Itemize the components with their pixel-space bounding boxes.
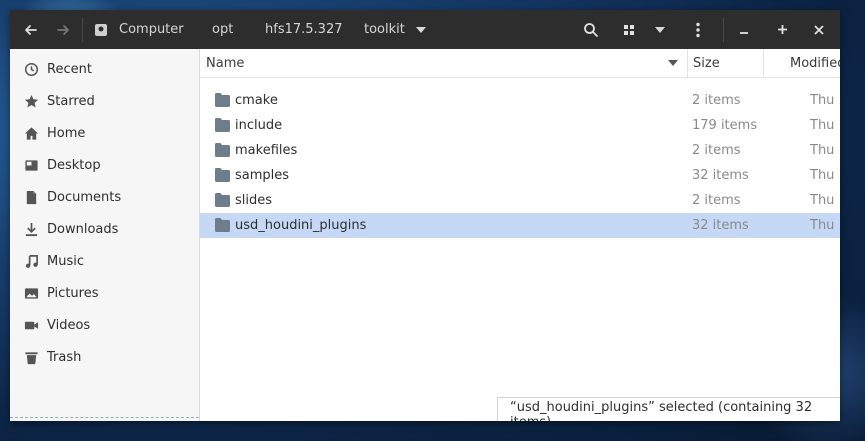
- file-modified: Thu: [810, 118, 835, 133]
- folder-icon: [215, 118, 230, 132]
- sidebar-item-label: Trash: [47, 349, 82, 365]
- file-name: makefiles: [235, 143, 298, 158]
- drive-icon: [92, 10, 110, 49]
- sidebar-item-label: Videos: [47, 317, 91, 333]
- column-header-bar: Name Size Modified: [200, 49, 840, 78]
- file-manager-window: Computer opt hfs17.5.327 toolkit Recent …: [10, 10, 840, 421]
- file-size: 2 items: [692, 93, 741, 108]
- back-button[interactable]: [20, 10, 42, 49]
- sidebar-item-label: Starred: [47, 93, 95, 109]
- file-row[interactable]: slides 2 items Thu: [200, 188, 840, 213]
- breadcrumb-toolkit[interactable]: toolkit: [364, 10, 405, 49]
- sidebar-item-music[interactable]: Music: [10, 245, 199, 277]
- search-icon: [584, 22, 598, 37]
- plus-icon: [777, 25, 787, 34]
- file-name: usd_houdini_plugins: [235, 218, 367, 233]
- arrow-left-icon: [25, 24, 37, 35]
- sidebar-item-downloads[interactable]: Downloads: [10, 213, 199, 245]
- sidebar-item-recent[interactable]: Recent: [10, 53, 199, 85]
- menu-button[interactable]: [689, 10, 707, 49]
- minimize-icon: [740, 31, 748, 34]
- sidebar-item-documents[interactable]: Documents: [10, 181, 199, 213]
- sidebar-divider: [10, 417, 199, 418]
- file-row[interactable]: include 179 items Thu: [200, 113, 840, 138]
- folder-icon: [215, 193, 230, 207]
- file-name: slides: [235, 193, 273, 208]
- sidebar-item-label: Pictures: [47, 285, 99, 301]
- sidebar-item-home[interactable]: Home: [10, 117, 199, 149]
- column-header-modified[interactable]: Modified: [790, 49, 840, 77]
- folder-icon: [215, 143, 230, 157]
- view-options-button[interactable]: [651, 10, 669, 49]
- folder-icon: [215, 218, 230, 232]
- sidebar-item-videos[interactable]: Videos: [10, 309, 199, 341]
- breadcrumb-hfs[interactable]: hfs17.5.327: [265, 10, 342, 49]
- file-name: include: [235, 118, 283, 133]
- video-icon: [23, 317, 39, 333]
- file-modified: Thu: [810, 218, 835, 233]
- file-row[interactable]: makefiles 2 items Thu: [200, 138, 840, 163]
- sidebar-item-label: Recent: [47, 61, 92, 77]
- breadcrumb-computer[interactable]: Computer: [119, 10, 184, 49]
- maximize-button[interactable]: [773, 10, 791, 49]
- minimize-button[interactable]: [735, 10, 753, 49]
- close-icon: [814, 24, 824, 35]
- sidebar-item-label: Music: [47, 253, 84, 269]
- view-grid-button[interactable]: [618, 10, 640, 49]
- breadcrumb-menu-chevron-icon[interactable]: [413, 10, 429, 49]
- document-icon: [23, 189, 39, 205]
- file-size: 2 items: [692, 193, 741, 208]
- breadcrumb-opt[interactable]: opt: [212, 10, 233, 49]
- chevron-down-icon: [655, 26, 665, 33]
- file-list: Name Size Modified cmake 2 items Thu inc…: [200, 49, 840, 421]
- column-divider: [763, 49, 764, 77]
- separator: [723, 18, 724, 42]
- file-row[interactable]: samples 32 items Thu: [200, 163, 840, 188]
- arrow-right-icon: [57, 24, 69, 35]
- column-divider: [687, 49, 688, 77]
- file-name: cmake: [235, 93, 278, 108]
- close-button[interactable]: [810, 10, 828, 49]
- file-size: 32 items: [692, 168, 749, 183]
- sort-descending-icon[interactable]: [665, 49, 681, 77]
- sidebar-item-desktop[interactable]: Desktop: [10, 149, 199, 181]
- file-size: 2 items: [692, 143, 741, 158]
- file-modified: Thu: [810, 143, 835, 158]
- sidebar-item-trash[interactable]: Trash: [10, 341, 199, 373]
- star-icon: [23, 93, 39, 109]
- sidebar-item-label: Home: [47, 125, 86, 141]
- file-row-selected[interactable]: usd_houdini_plugins 32 items Thu: [200, 213, 840, 238]
- column-header-size[interactable]: Size: [693, 49, 720, 77]
- sidebar-item-pictures[interactable]: Pictures: [10, 277, 199, 309]
- file-modified: Thu: [810, 168, 835, 183]
- column-header-name[interactable]: Name: [206, 49, 244, 77]
- download-icon: [23, 221, 39, 237]
- selection-status: “usd_houdini_plugins” selected (containi…: [497, 397, 840, 421]
- sidebar-item-label: Documents: [47, 189, 122, 205]
- trash-icon: [23, 349, 39, 365]
- sidebar-item-label: Desktop: [47, 157, 101, 173]
- folder-icon: [215, 168, 230, 182]
- picture-icon: [23, 285, 39, 301]
- search-button[interactable]: [580, 10, 602, 49]
- sidebar-item-starred[interactable]: Starred: [10, 85, 199, 117]
- file-name: samples: [235, 168, 290, 183]
- desktop-icon: [23, 157, 39, 173]
- file-modified: Thu: [810, 93, 835, 108]
- file-modified: Thu: [810, 193, 835, 208]
- home-icon: [23, 125, 39, 141]
- separator: [82, 18, 83, 42]
- forward-button[interactable]: [52, 10, 74, 49]
- more-vertical-icon: [696, 22, 700, 37]
- grid-icon: [624, 24, 634, 35]
- file-size: 32 items: [692, 218, 749, 233]
- clock-icon: [23, 61, 39, 77]
- sidebar-item-label: Downloads: [47, 221, 119, 237]
- sidebar: Recent Starred Home Desktop Documents Do…: [10, 49, 200, 421]
- file-row[interactable]: cmake 2 items Thu: [200, 88, 840, 113]
- headerbar: Computer opt hfs17.5.327 toolkit: [10, 10, 840, 49]
- file-size: 179 items: [692, 118, 758, 133]
- folder-icon: [215, 93, 230, 107]
- music-icon: [23, 253, 39, 269]
